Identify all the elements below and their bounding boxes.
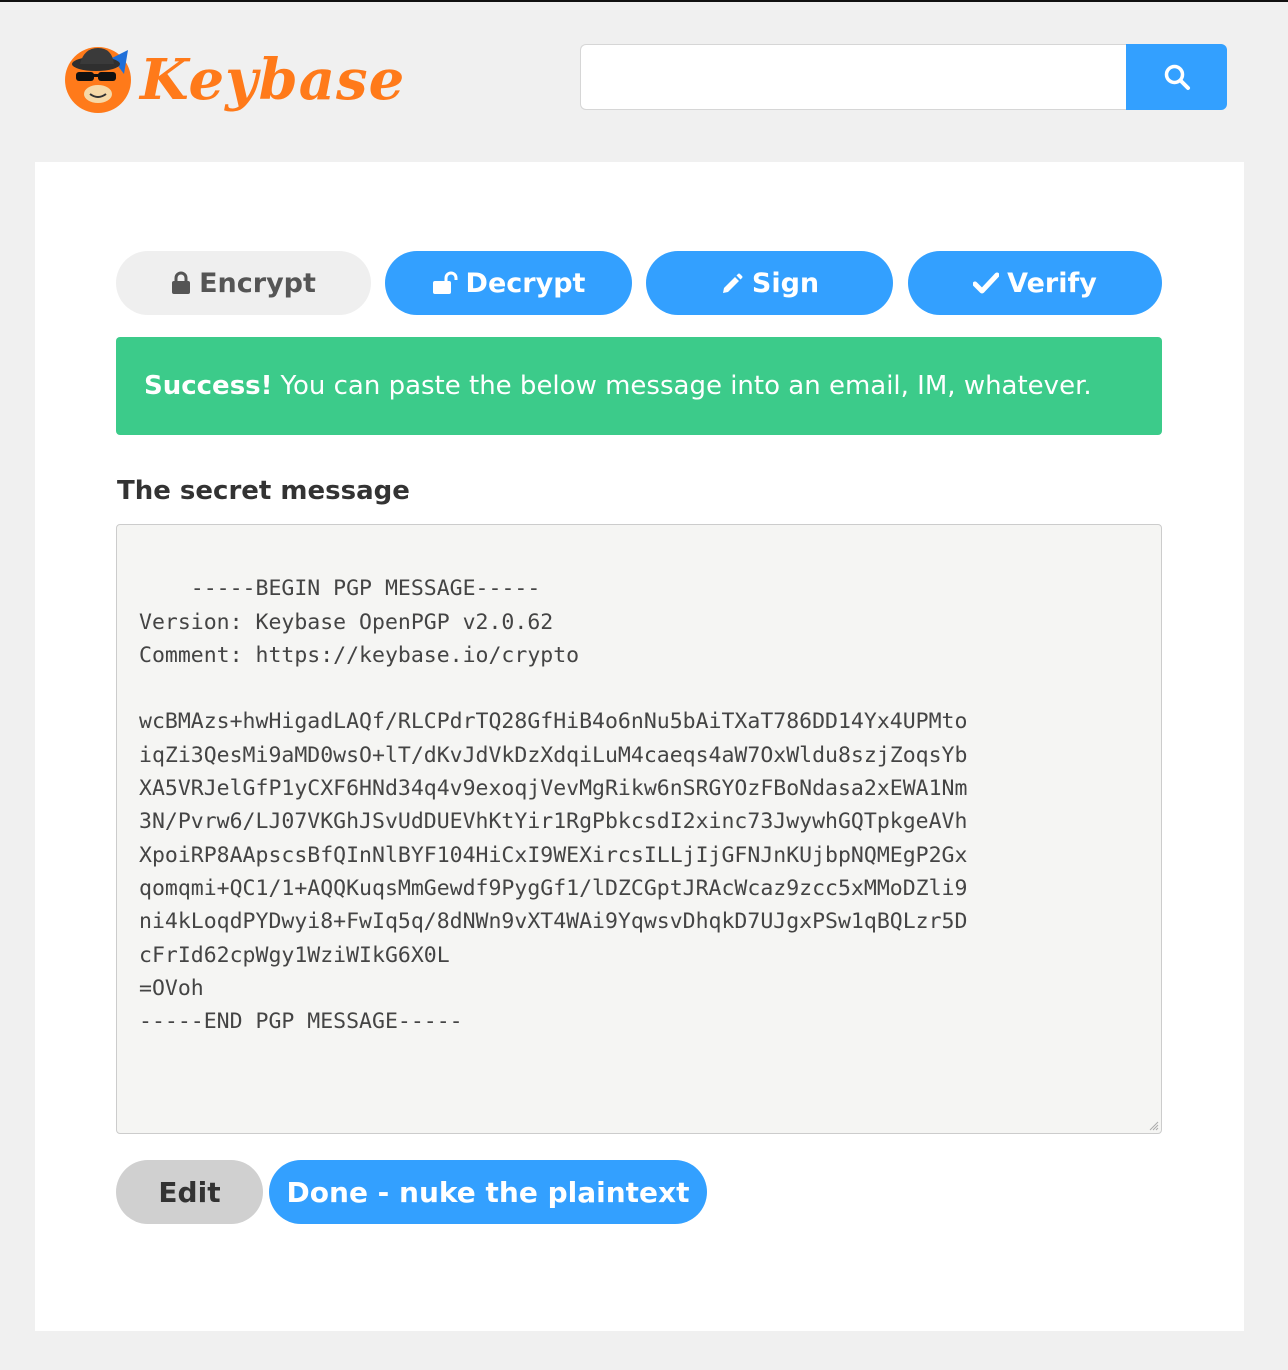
alert-strong: Success!	[144, 371, 273, 401]
resize-grip-icon[interactable]	[1147, 1119, 1159, 1131]
lock-icon	[172, 271, 191, 294]
search-icon	[1164, 64, 1190, 90]
unlock-icon	[432, 271, 458, 294]
search-input[interactable]	[580, 44, 1126, 110]
tab-label: Encrypt	[199, 267, 316, 299]
main-card: Encrypt Decrypt Sign Verify Success! You…	[35, 162, 1244, 1331]
header: Keybase	[0, 2, 1288, 162]
success-alert: Success! You can paste the below message…	[116, 337, 1162, 435]
tab-encrypt[interactable]: Encrypt	[116, 251, 371, 315]
pgp-message-textarea[interactable]: -----BEGIN PGP MESSAGE----- Version: Key…	[116, 524, 1162, 1134]
search-bar	[580, 44, 1227, 110]
tab-label: Decrypt	[465, 267, 586, 299]
section-title: The secret message	[117, 476, 410, 506]
alert-text: You can paste the below message into an …	[280, 371, 1092, 401]
tab-decrypt[interactable]: Decrypt	[385, 251, 632, 315]
search-button[interactable]	[1126, 44, 1227, 110]
pencil-icon	[722, 273, 743, 293]
tab-label: Verify	[1007, 267, 1097, 299]
tab-label: Sign	[751, 267, 820, 299]
checkmark-icon	[973, 272, 1000, 294]
edit-button[interactable]: Edit	[116, 1160, 263, 1224]
tab-sign[interactable]: Sign	[646, 251, 893, 315]
tab-verify[interactable]: Verify	[908, 251, 1162, 315]
keybase-mascot-icon	[65, 47, 131, 113]
mode-tabs: Encrypt Decrypt Sign Verify	[116, 251, 1162, 315]
pgp-message-text: -----BEGIN PGP MESSAGE----- Version: Key…	[139, 576, 968, 1035]
logo-text: Keybase	[140, 47, 406, 113]
keybase-logo[interactable]: Keybase	[60, 40, 405, 116]
done-nuke-button[interactable]: Done - nuke the plaintext	[269, 1160, 707, 1224]
